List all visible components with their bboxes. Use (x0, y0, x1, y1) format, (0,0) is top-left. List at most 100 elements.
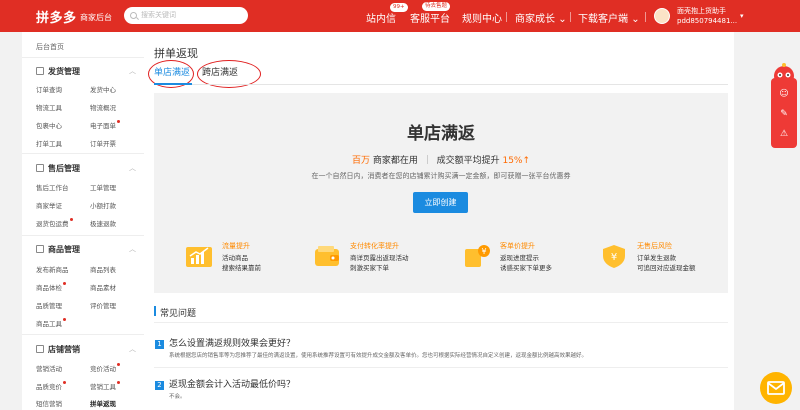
new-dot (63, 318, 66, 321)
chevron-up-icon[interactable]: ︿ (129, 244, 136, 254)
sidebar-item[interactable]: 订单查询 (36, 84, 62, 94)
sidebar-item[interactable]: 退货包运费 (36, 218, 73, 228)
sidebar: 后台首页 发货管理 ︿ 订单查询 发货中心 物流工具 物流概况 包裹中心 电子面… (22, 32, 144, 410)
brand-logo[interactable]: 拼多多 (36, 7, 77, 26)
sidebar-item[interactable]: 售后工作台 (36, 182, 69, 192)
feature-line: 诱惑买家下单更多 (500, 264, 552, 272)
nav-download-client[interactable]: 下载客户端 ⌄ (578, 10, 640, 25)
sidebar-item[interactable]: 打单工具 (36, 138, 62, 148)
feature-line: 返现进度提示 (500, 254, 539, 262)
sidebar-item[interactable]: 工单管理 (90, 182, 116, 192)
sidebar-item[interactable]: 商品工具 (36, 318, 66, 328)
new-dot (69, 218, 73, 221)
chevron-up-icon[interactable]: ︿ (129, 66, 136, 76)
faq-number: 2 (155, 381, 164, 390)
section-title: 商品管理 (48, 245, 80, 254)
page-title: 拼单返现 (154, 47, 198, 60)
nav-inbox-label: 站内信 (366, 14, 396, 25)
chat-icon[interactable]: ☺ (778, 88, 790, 100)
sidebar-item-label: 商品体检 (36, 284, 62, 292)
sidebar-section-marketing[interactable]: 店铺营销 (36, 344, 80, 355)
faq-question-text: 怎么设置满返规则效果会更好？ (169, 339, 296, 349)
sidebar-section-goods[interactable]: 商品管理 (36, 244, 80, 255)
divider (22, 153, 144, 154)
sidebar-item[interactable]: 品质竞价 (36, 381, 66, 391)
feature-title: 流量提升 (222, 242, 250, 250)
divider (22, 334, 144, 335)
sidebar-item[interactable]: 商家举证 (36, 200, 62, 210)
price-tag-icon: ¥ (465, 245, 490, 267)
shield-money-icon: ¥ (603, 245, 625, 268)
sidebar-item[interactable]: 评价管理 (90, 300, 116, 310)
sidebar-item[interactable]: 物流概况 (90, 102, 116, 112)
service-icon (36, 164, 44, 172)
sidebar-item-label: 电子面单 (90, 122, 116, 130)
sidebar-item[interactable]: 商品列表 (90, 264, 116, 274)
nav-customer-service[interactable]: 客服平台 (410, 10, 450, 25)
mail-icon (767, 381, 785, 395)
section-title: 发货管理 (48, 67, 80, 76)
message-button[interactable] (760, 372, 792, 404)
sidebar-item[interactable]: 营销工具 (90, 381, 120, 391)
faq-question: 1 怎么设置满返规则效果会更好？ (155, 336, 295, 349)
sidebar-item[interactable]: 商品素材 (90, 282, 116, 292)
sidebar-section-shipping[interactable]: 发货管理 (36, 66, 80, 77)
nav-download-label: 下载客户端 (578, 14, 628, 25)
tab-divider (154, 84, 728, 85)
sidebar-section-aftersales[interactable]: 售后管理 (36, 163, 80, 174)
chevron-down-icon: ⌄ (631, 14, 640, 25)
chevron-up-icon[interactable]: ︿ (129, 344, 136, 354)
nav-cs-label: 客服平台 (410, 14, 450, 25)
nav-merchant-growth[interactable]: 商家成长 ⌄ (515, 10, 567, 25)
feature-title: 无售后风险 (637, 242, 672, 250)
section-title: 店铺营销 (48, 345, 80, 354)
sidebar-item[interactable]: 包裹中心 (36, 120, 62, 130)
svg-text:¥: ¥ (611, 252, 617, 263)
sidebar-item-label: 竞价活动 (90, 365, 116, 373)
svg-text:¥: ¥ (481, 247, 486, 256)
divider (22, 235, 144, 236)
search-input[interactable]: 搜索关键词 (124, 7, 248, 24)
sidebar-item[interactable]: 竞价活动 (90, 363, 120, 373)
feature-item: 流量提升 活动商品 搜索结果靠前 (184, 241, 314, 281)
nav-inbox[interactable]: 站内信 (366, 10, 396, 25)
sidebar-item[interactable]: 发布新商品 (36, 264, 69, 274)
sidebar-item-label: 退货包运费 (36, 220, 69, 228)
sidebar-item[interactable]: 发货中心 (90, 84, 116, 94)
feature-title: 客单价提升 (500, 242, 535, 250)
faq-answer: 系统根据您店的销售率等为您推荐了最佳的满返设置，使用系统推荐设置可有效提升成交金… (169, 353, 588, 359)
nav-rules-center[interactable]: 规则中心 (462, 10, 502, 25)
sidebar-item[interactable]: 极速退款 (90, 218, 116, 228)
sidebar-item[interactable]: 小额打款 (90, 200, 116, 210)
edit-icon[interactable]: ✎ (778, 108, 790, 120)
stat-text: 成交额平均提升 (436, 156, 500, 166)
new-dot (117, 381, 120, 384)
faq-number: 1 (155, 340, 164, 349)
stat-text: 商家都在用 (372, 156, 418, 166)
feature-title: 支付转化率提升 (350, 242, 399, 250)
sidebar-item[interactable]: 短信营销 (36, 398, 62, 408)
promo-stat: 百万 商家都在用 成交额平均提升 15%↑ (154, 153, 728, 166)
sidebar-item[interactable]: 商品体检 (36, 282, 66, 292)
create-now-button[interactable]: 立即创建 (413, 192, 468, 213)
warning-icon[interactable]: ⚠ (778, 128, 790, 140)
user-menu-caret-icon[interactable]: ▾ (740, 12, 744, 20)
sidebar-item[interactable]: 订单开票 (90, 138, 116, 148)
faq-title: 常见问题 (160, 309, 197, 319)
sidebar-item[interactable]: 品质管理 (36, 300, 62, 310)
chevron-down-icon: ⌄ (558, 14, 567, 25)
avatar[interactable] (654, 8, 670, 24)
new-dot (117, 363, 120, 366)
chevron-up-icon[interactable]: ︿ (129, 163, 136, 173)
feature-line: 商详页露出返现活动 (350, 254, 409, 262)
sidebar-item-active[interactable]: 拼单返现 (90, 398, 116, 408)
user-shop-name[interactable]: 面壳抱上货助手 (677, 6, 726, 16)
faq-question-text: 返现金额会计入活动最低价吗？ (169, 380, 296, 390)
sidebar-item[interactable]: 营销活动 (36, 363, 62, 373)
feature-item: ¥ 客单价提升 返现进度提示 诱惑买家下单更多 (462, 241, 592, 281)
nav-growth-label: 商家成长 (515, 14, 555, 25)
sidebar-home[interactable]: 后台首页 (36, 42, 64, 52)
wallet-icon (315, 246, 339, 266)
sidebar-item[interactable]: 物流工具 (36, 102, 62, 112)
sidebar-item[interactable]: 电子面单 (90, 120, 120, 130)
